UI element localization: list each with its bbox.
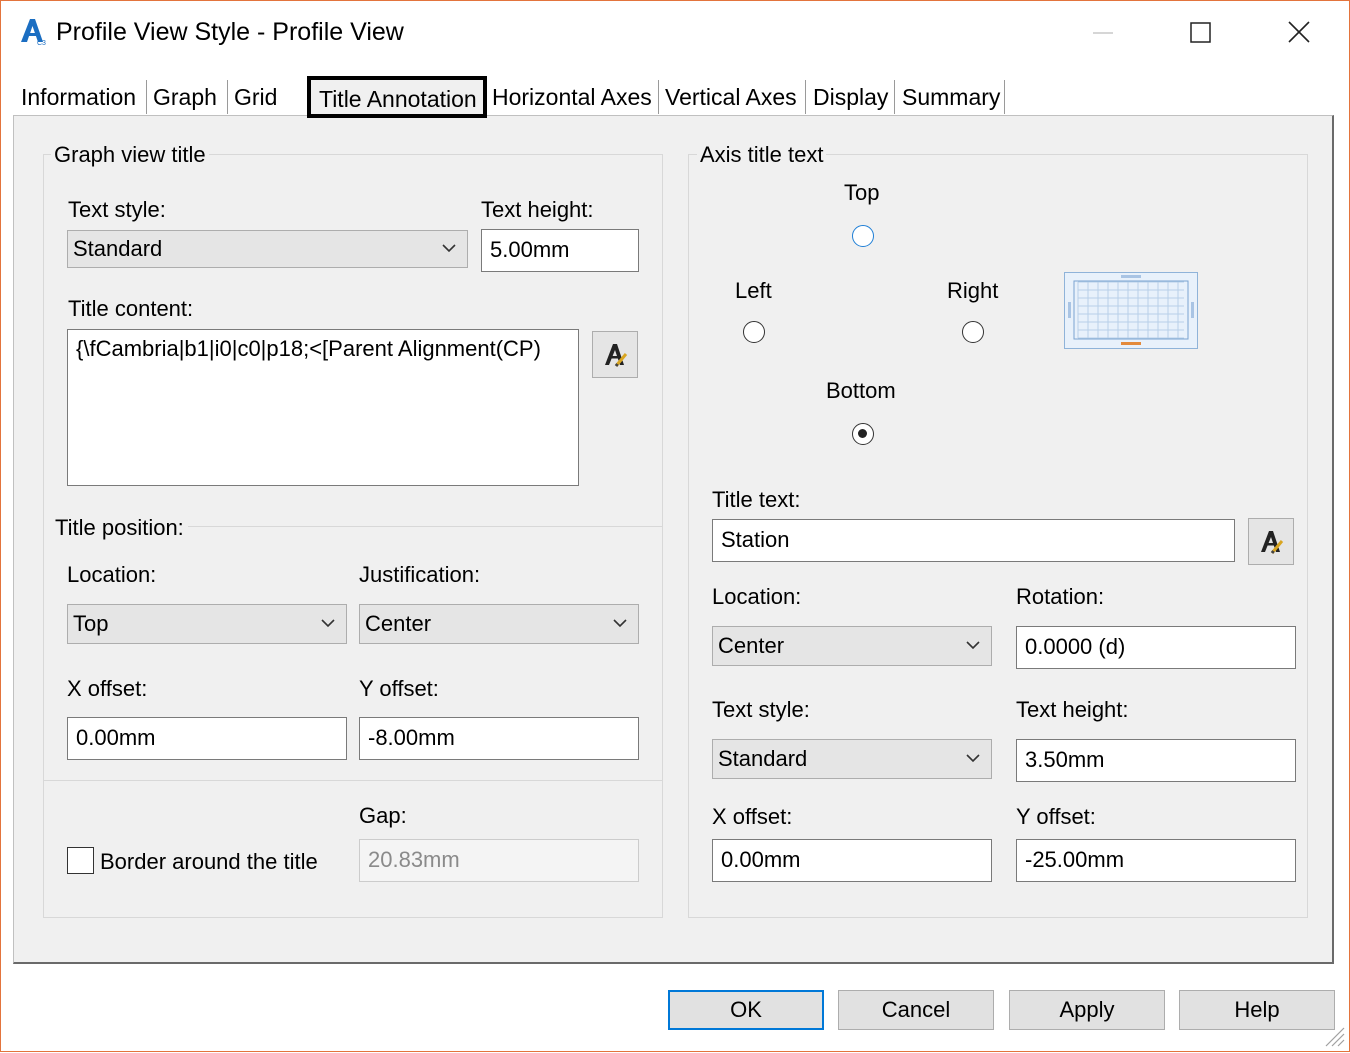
axis-text-height-input[interactable]: 3.50mm — [1016, 739, 1296, 782]
app-logo-icon: C3D — [18, 16, 51, 47]
text-height-input[interactable]: 5.00mm — [481, 229, 639, 272]
location-label: Location: — [67, 562, 157, 587]
edit-title-content-button[interactable] — [592, 331, 638, 378]
y-offset-input[interactable]: -8.00mm — [359, 717, 639, 760]
rotation-input[interactable]: 0.0000 (d) — [1016, 626, 1296, 669]
tab-separator — [227, 80, 228, 114]
text-style-dropdown[interactable]: Standard — [67, 230, 468, 268]
axis-text-style-value: Standard — [718, 746, 808, 771]
title-text-input[interactable]: Station — [712, 519, 1235, 562]
apply-button[interactable]: Apply — [1009, 990, 1165, 1030]
tab-separator — [805, 80, 806, 114]
window-title: Profile View Style - Profile View — [56, 18, 404, 46]
minimize-icon[interactable] — [1090, 20, 1116, 46]
axis-text-style-dropdown[interactable]: Standard — [712, 739, 992, 779]
gap-label: Gap: — [359, 803, 407, 828]
title-text-label: Title text: — [712, 487, 801, 512]
edit-axis-title-button[interactable] — [1248, 518, 1294, 565]
tab-separator — [658, 80, 659, 114]
axis-grid-preview-icon — [1064, 272, 1198, 349]
title-position-divider — [188, 526, 663, 527]
axis-bottom-radio[interactable] — [852, 423, 874, 445]
close-icon[interactable] — [1286, 19, 1312, 45]
svg-text:C3D: C3D — [37, 40, 46, 46]
location-dropdown[interactable]: Top — [67, 604, 347, 644]
chevron-down-icon — [965, 740, 981, 778]
axis-right-radio[interactable] — [962, 321, 984, 343]
axis-location-value: Center — [718, 633, 785, 658]
title-position-legend: Title position: — [52, 515, 187, 541]
justification-label: Justification: — [359, 562, 481, 587]
tab-display[interactable]: Display — [809, 78, 892, 116]
tab-title-annotation[interactable]: Title Annotation — [307, 76, 487, 118]
axis-y-offset-input[interactable]: -25.00mm — [1016, 839, 1296, 882]
axis-top-radio[interactable] — [852, 225, 874, 247]
axis-y-offset-label: Y offset: — [1016, 804, 1096, 829]
chevron-down-icon — [320, 605, 336, 643]
x-offset-input[interactable]: 0.00mm — [67, 717, 347, 760]
text-height-label: Text height: — [481, 197, 594, 222]
axis-x-offset-label: X offset: — [712, 804, 793, 829]
axis-left-label: Left — [735, 278, 772, 303]
axis-location-label: Location: — [712, 584, 802, 609]
justification-value: Center — [365, 611, 432, 636]
tab-horizontal-axes[interactable]: Horizontal Axes — [484, 78, 660, 116]
axis-top-label: Top — [844, 180, 880, 205]
tab-information[interactable]: Information — [17, 78, 140, 116]
axis-left-radio[interactable] — [743, 321, 765, 343]
tab-graph[interactable]: Graph — [149, 78, 221, 116]
border-checkbox-label[interactable]: Border around the title — [100, 849, 318, 875]
tab-vertical-axes[interactable]: Vertical Axes — [661, 78, 801, 116]
title-content-value: {\fCambria|b1|i0|c0|p18;<[Parent Alignme… — [76, 336, 541, 361]
help-button[interactable]: Help — [1179, 990, 1335, 1030]
axis-x-offset-input[interactable]: 0.00mm — [712, 839, 992, 882]
title-content-textarea[interactable]: {\fCambria|b1|i0|c0|p18;<[Parent Alignme… — [67, 329, 579, 486]
tab-grid[interactable]: Grid — [230, 78, 281, 116]
ok-button[interactable]: OK — [668, 990, 824, 1030]
text-editor-icon — [603, 341, 629, 374]
tab-separator — [1004, 80, 1005, 114]
axis-right-label: Right — [947, 278, 999, 303]
chevron-down-icon — [965, 627, 981, 665]
resize-grip-icon[interactable] — [1322, 1024, 1346, 1048]
axis-location-dropdown[interactable]: Center — [712, 626, 992, 666]
justification-dropdown[interactable]: Center — [359, 604, 639, 644]
graph-view-title-legend: Graph view title — [51, 142, 209, 168]
text-editor-icon — [1259, 528, 1285, 561]
axis-text-height-label: Text height: — [1016, 697, 1129, 722]
cancel-button[interactable]: Cancel — [838, 990, 994, 1030]
location-value: Top — [73, 611, 109, 636]
x-offset-label: X offset: — [67, 676, 148, 701]
chevron-down-icon — [612, 605, 628, 643]
gap-section-divider — [43, 780, 663, 781]
title-content-label: Title content: — [68, 296, 194, 321]
text-style-label: Text style: — [68, 197, 166, 222]
axis-title-text-legend: Axis title text — [697, 142, 827, 168]
tab-separator — [146, 80, 147, 114]
y-offset-label: Y offset: — [359, 676, 439, 701]
rotation-label: Rotation: — [1016, 584, 1105, 609]
axis-bottom-label: Bottom — [826, 378, 896, 403]
radio-selected-dot — [858, 429, 867, 438]
text-style-value: Standard — [73, 236, 163, 261]
tab-summary[interactable]: Summary — [898, 78, 1004, 116]
chevron-down-icon — [441, 231, 457, 267]
gap-input: 20.83mm — [359, 839, 639, 882]
tab-separator — [894, 80, 895, 114]
axis-text-style-label: Text style: — [712, 697, 810, 722]
maximize-icon[interactable] — [1188, 20, 1214, 46]
border-checkbox[interactable] — [67, 847, 94, 874]
